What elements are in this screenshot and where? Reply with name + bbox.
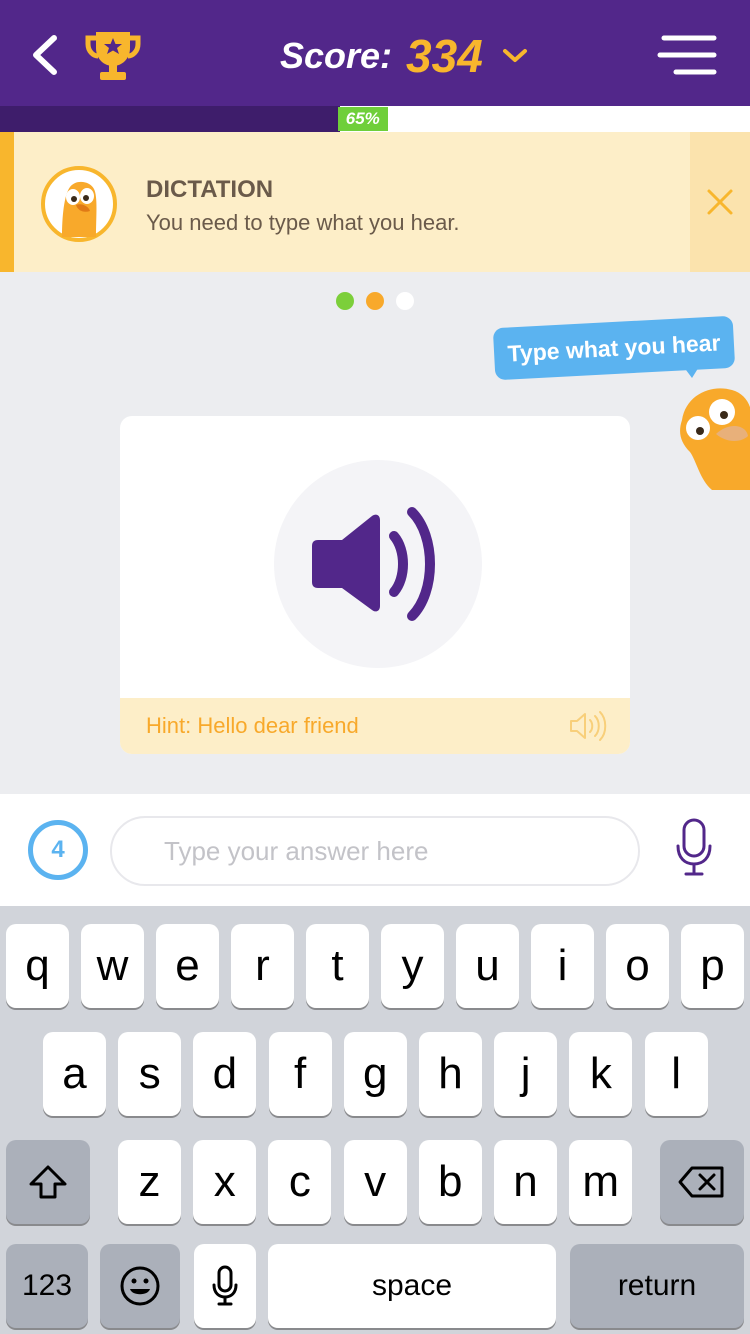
step-dot — [366, 292, 384, 310]
shift-key[interactable] — [6, 1140, 90, 1224]
key-u[interactable]: u — [456, 924, 519, 1008]
key-z[interactable]: z — [118, 1140, 181, 1224]
speech-bubble-tail — [680, 362, 702, 378]
backspace-icon — [678, 1166, 724, 1198]
key-x[interactable]: x — [193, 1140, 257, 1224]
menu-icon[interactable] — [656, 32, 718, 78]
key-f[interactable]: f — [268, 1032, 332, 1116]
key-m[interactable]: m — [569, 1140, 633, 1224]
dictation-icon — [212, 1265, 238, 1306]
audio-card: Hint: Hello dear friend — [120, 416, 630, 754]
key-i[interactable]: i — [531, 924, 594, 1008]
exercise-type-title: DICTATION — [146, 176, 274, 203]
key-h[interactable]: h — [419, 1032, 482, 1116]
emoji-icon — [120, 1266, 160, 1306]
speaker-icon — [312, 507, 435, 621]
key-p[interactable]: p — [681, 924, 744, 1008]
key-c[interactable]: c — [268, 1140, 332, 1224]
score-dropdown[interactable]: Score: 334 — [280, 28, 529, 84]
answer-bar: 4 — [0, 794, 750, 906]
key-j[interactable]: j — [494, 1032, 558, 1116]
system-keyboard: 123 space return qwertyuiop asdfghjkl zxcv… — [0, 906, 750, 1334]
emoji-key[interactable] — [100, 1244, 180, 1328]
hint-bar: Hint: Hello dear friend — [120, 698, 630, 754]
key-e[interactable]: e — [156, 924, 219, 1008]
lesson-progress-bar: 65% — [0, 106, 750, 132]
key-w[interactable]: w — [81, 924, 144, 1008]
chevron-down-icon — [502, 49, 527, 62]
progress-fill — [0, 106, 340, 132]
key-q[interactable]: q — [6, 924, 69, 1008]
hint-text: Hint: Hello dear friend — [146, 713, 359, 738]
dictation-key[interactable] — [194, 1244, 256, 1328]
key-n[interactable]: n — [494, 1140, 557, 1224]
step-dot — [336, 292, 354, 310]
key-b[interactable]: b — [418, 1140, 482, 1224]
step-indicator — [336, 292, 414, 310]
space-key[interactable]: space — [268, 1244, 556, 1328]
back-arrow-icon[interactable] — [26, 30, 66, 80]
backspace-key[interactable] — [660, 1140, 744, 1224]
attempts-counter: 4 — [28, 820, 88, 880]
key-a[interactable]: a — [43, 1032, 106, 1116]
mascot-avatar-icon — [41, 166, 117, 242]
score-value: 334 — [406, 30, 483, 82]
play-audio-button[interactable] — [274, 460, 482, 668]
key-d[interactable]: d — [193, 1032, 257, 1116]
key-y[interactable]: y — [381, 924, 444, 1008]
close-icon — [707, 189, 733, 215]
numbers-key[interactable]: 123 — [6, 1244, 88, 1328]
shift-icon — [29, 1165, 67, 1199]
answer-input[interactable] — [110, 816, 640, 886]
return-key[interactable]: return — [570, 1244, 744, 1328]
banner-close-button[interactable] — [690, 132, 750, 272]
key-r[interactable]: r — [231, 924, 294, 1008]
microphone-icon[interactable] — [674, 818, 714, 878]
key-s[interactable]: s — [118, 1032, 182, 1116]
progress-percent-label: 65% — [337, 107, 388, 131]
key-k[interactable]: k — [569, 1032, 633, 1116]
exercise-instructions: You need to type what you hear. — [146, 210, 460, 235]
exercise-banner: DICTATION You need to type what you hear… — [0, 132, 750, 272]
step-dot — [396, 292, 414, 310]
key-v[interactable]: v — [343, 1140, 407, 1224]
key-o[interactable]: o — [606, 924, 669, 1008]
trophy-icon[interactable] — [84, 26, 142, 84]
hint-speaker-icon[interactable] — [568, 710, 608, 742]
top-bar: Score: 334 — [0, 0, 750, 106]
mascot-icon — [680, 388, 750, 490]
key-g[interactable]: g — [343, 1032, 407, 1116]
key-t[interactable]: t — [306, 924, 369, 1008]
score-label: Score: — [280, 35, 393, 76]
key-l[interactable]: l — [644, 1032, 708, 1116]
banner-accent-stripe — [0, 132, 14, 272]
